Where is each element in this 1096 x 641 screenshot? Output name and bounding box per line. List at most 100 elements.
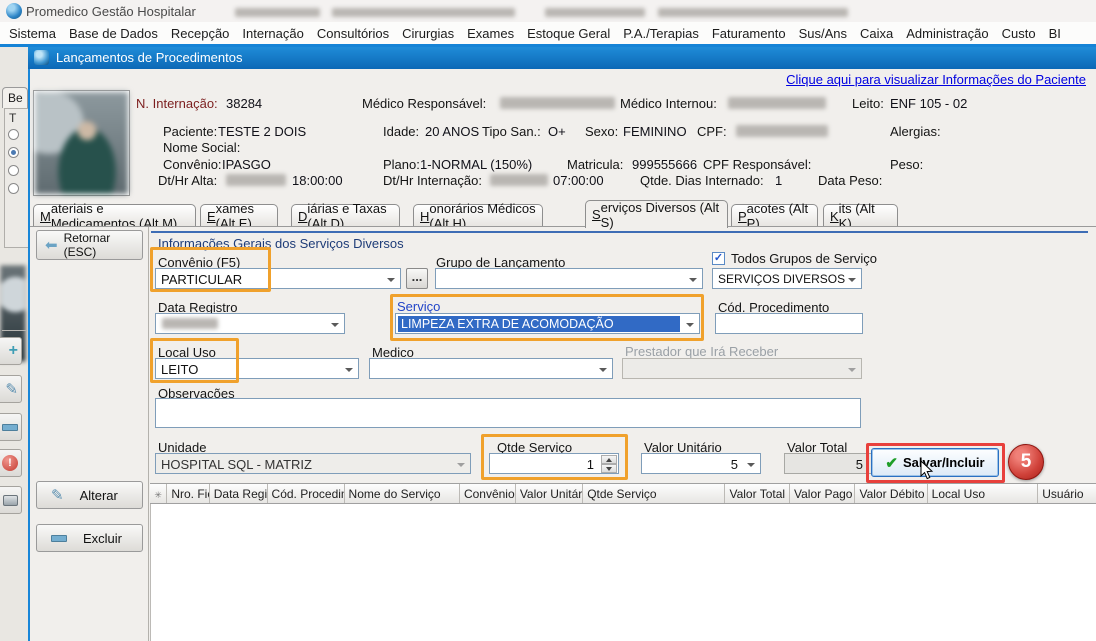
tab-honorarios-medicos[interactable]: Honorários Médicos (Alt H) bbox=[413, 204, 543, 227]
spinner-buttons[interactable] bbox=[601, 455, 617, 473]
n-internacao-label: N. Internação: bbox=[136, 96, 218, 111]
excluir-label: Excluir bbox=[83, 531, 122, 546]
redacted-title-text bbox=[332, 8, 515, 17]
spin-up-icon[interactable] bbox=[601, 455, 617, 464]
n-internacao-value: 38284 bbox=[226, 96, 262, 111]
menu-recepcao[interactable]: Recepção bbox=[171, 26, 230, 41]
matricula-label: Matricula: bbox=[567, 157, 623, 172]
menu-consultorios[interactable]: Consultórios bbox=[317, 26, 389, 41]
unidade-combo[interactable]: HOSPITAL SQL - MATRIZ bbox=[155, 453, 471, 474]
tab-materiais-medicamentos[interactable]: Materiais e Medicamentos (Alt M) bbox=[33, 204, 196, 227]
tab-servicos-diversos[interactable]: Serviços Diversos (Alt S) bbox=[585, 200, 728, 228]
tab-diarias-taxas[interactable]: Diárias e Taxas (Alt D) bbox=[291, 204, 400, 227]
redacted-title-text bbox=[235, 8, 320, 17]
salvar-incluir-label: Salvar/Incluir bbox=[903, 455, 985, 470]
col-valor-debito[interactable]: Valor Débito bbox=[855, 484, 927, 503]
menu-faturamento[interactable]: Faturamento bbox=[712, 26, 786, 41]
observacoes-textarea[interactable] bbox=[155, 398, 861, 428]
asterisk-icon: ✳ bbox=[150, 484, 167, 503]
col-convenio[interactable]: Convênio bbox=[460, 484, 516, 503]
chevron-down-icon[interactable] bbox=[599, 368, 607, 372]
chevron-down-icon[interactable] bbox=[345, 368, 353, 372]
col-local-uso[interactable]: Local Uso bbox=[928, 484, 1039, 503]
menu-administracao[interactable]: Administração bbox=[906, 26, 988, 41]
background-tab[interactable]: Be bbox=[2, 87, 28, 108]
check-icon: ✔ bbox=[885, 454, 898, 472]
dthr-internacao-time: 07:00:00 bbox=[553, 173, 604, 188]
chevron-down-icon[interactable] bbox=[747, 463, 755, 467]
spin-down-icon[interactable] bbox=[601, 464, 617, 473]
cpf-redacted bbox=[736, 125, 828, 137]
grupo-lancamento-combo[interactable] bbox=[435, 268, 703, 289]
grupo-servico-combo[interactable]: SERVIÇOS DIVERSOS bbox=[712, 268, 862, 289]
menu-pa-terapias[interactable]: P.A./Terapias bbox=[623, 26, 699, 41]
menu-exames[interactable]: Exames bbox=[467, 26, 514, 41]
app-logo-icon bbox=[6, 3, 22, 19]
patient-info-link[interactable]: Clique aqui para visualizar Informações … bbox=[786, 72, 1086, 87]
qtde-servico-value: 1 bbox=[587, 457, 594, 472]
print-button-stub[interactable] bbox=[0, 486, 22, 514]
menu-sus-ans[interactable]: Sus/Ans bbox=[799, 26, 847, 41]
menu-estoque-geral[interactable]: Estoque Geral bbox=[527, 26, 610, 41]
sexo-value: FEMININO bbox=[623, 124, 687, 139]
chevron-down-icon[interactable] bbox=[457, 463, 465, 467]
plus-icon: + bbox=[9, 342, 18, 360]
menu-caixa[interactable]: Caixa bbox=[860, 26, 893, 41]
medico-internou-redacted bbox=[728, 97, 826, 109]
menu-bi[interactable]: BI bbox=[1049, 26, 1061, 41]
col-nro-ficha[interactable]: Nro. Ficha bbox=[167, 484, 209, 503]
data-registro-combo[interactable] bbox=[155, 313, 345, 334]
menu-sistema[interactable]: Sistema bbox=[9, 26, 56, 41]
col-nome-servico[interactable]: Nome do Serviço bbox=[345, 484, 460, 503]
medico-combo[interactable] bbox=[369, 358, 613, 379]
convenio-paciente-value: IPASGO bbox=[222, 157, 271, 172]
dthr-alta-date-redacted bbox=[226, 174, 286, 186]
local-uso-combo[interactable]: LEITO bbox=[155, 358, 359, 379]
medico-internou-label: Médico Internou: bbox=[620, 96, 717, 111]
col-data-regist[interactable]: Data Regist bbox=[210, 484, 268, 503]
convenio-browse-button[interactable]: ... bbox=[406, 268, 428, 289]
tab-pacotes[interactable]: Pacotes (Alt P) bbox=[731, 204, 818, 227]
cod-procedimento-input[interactable] bbox=[715, 313, 863, 334]
salvar-incluir-button[interactable]: ✔ Salvar/Incluir bbox=[871, 448, 999, 477]
col-valor-total[interactable]: Valor Total bbox=[725, 484, 790, 503]
menu-internacao[interactable]: Internação bbox=[242, 26, 303, 41]
chevron-down-icon[interactable] bbox=[387, 278, 395, 282]
radio-option-1[interactable] bbox=[8, 129, 19, 140]
convenio-combo[interactable]: PARTICULAR bbox=[155, 268, 401, 289]
col-usuario[interactable]: Usuário bbox=[1038, 484, 1096, 503]
chevron-down-icon[interactable] bbox=[686, 323, 694, 327]
chevron-down-icon[interactable] bbox=[331, 323, 339, 327]
edit-button-stub[interactable]: ✎ bbox=[0, 375, 22, 403]
excluir-button[interactable]: Excluir bbox=[36, 524, 143, 552]
remove-button-stub[interactable] bbox=[0, 413, 22, 441]
retornar-button[interactable]: ⬅ Retornar (ESC) bbox=[36, 230, 143, 260]
col-valor-unitario[interactable]: Valor Unitário bbox=[516, 484, 583, 503]
redacted-title-text bbox=[545, 8, 645, 17]
todos-grupos-label: Todos Grupos de Serviço bbox=[731, 251, 877, 266]
col-cod-procediment[interactable]: Cód. Procediment bbox=[268, 484, 345, 503]
add-button-stub[interactable]: + bbox=[0, 337, 22, 365]
tab-kits[interactable]: Kits (Alt K) bbox=[823, 204, 898, 227]
col-valor-pago[interactable]: Valor Pago bbox=[790, 484, 855, 503]
group-title: Informações Gerais dos Serviços Diversos bbox=[158, 236, 404, 251]
radio-option-3[interactable] bbox=[8, 165, 19, 176]
radio-option-2-selected[interactable] bbox=[8, 147, 19, 158]
alert-button-stub[interactable]: ! bbox=[0, 449, 22, 477]
dias-internado-label: Qtde. Dias Internado: bbox=[640, 173, 764, 188]
servico-combo[interactable]: LIMPEZA EXTRA DE ACOMODAÇÃO bbox=[395, 313, 700, 334]
menu-custo[interactable]: Custo bbox=[1002, 26, 1036, 41]
valor-unitario-combo[interactable]: 5 bbox=[641, 453, 761, 474]
menu-base-de-dados[interactable]: Base de Dados bbox=[69, 26, 158, 41]
menu-cirurgias[interactable]: Cirurgias bbox=[402, 26, 454, 41]
leito-label: Leito: bbox=[852, 96, 884, 111]
todos-grupos-checkbox[interactable]: ✓ bbox=[712, 252, 725, 265]
alterar-button[interactable]: ✎ Alterar bbox=[36, 481, 143, 509]
qtde-servico-stepper[interactable]: 1 bbox=[489, 453, 619, 474]
chevron-down-icon[interactable] bbox=[689, 278, 697, 282]
grid-body-empty[interactable] bbox=[150, 504, 1096, 641]
radio-option-4[interactable] bbox=[8, 183, 19, 194]
col-qtde-servico[interactable]: Qtde Serviço bbox=[583, 484, 725, 503]
chevron-down-icon[interactable] bbox=[848, 278, 856, 282]
tab-exames[interactable]: Exames (Alt E) bbox=[200, 204, 278, 227]
